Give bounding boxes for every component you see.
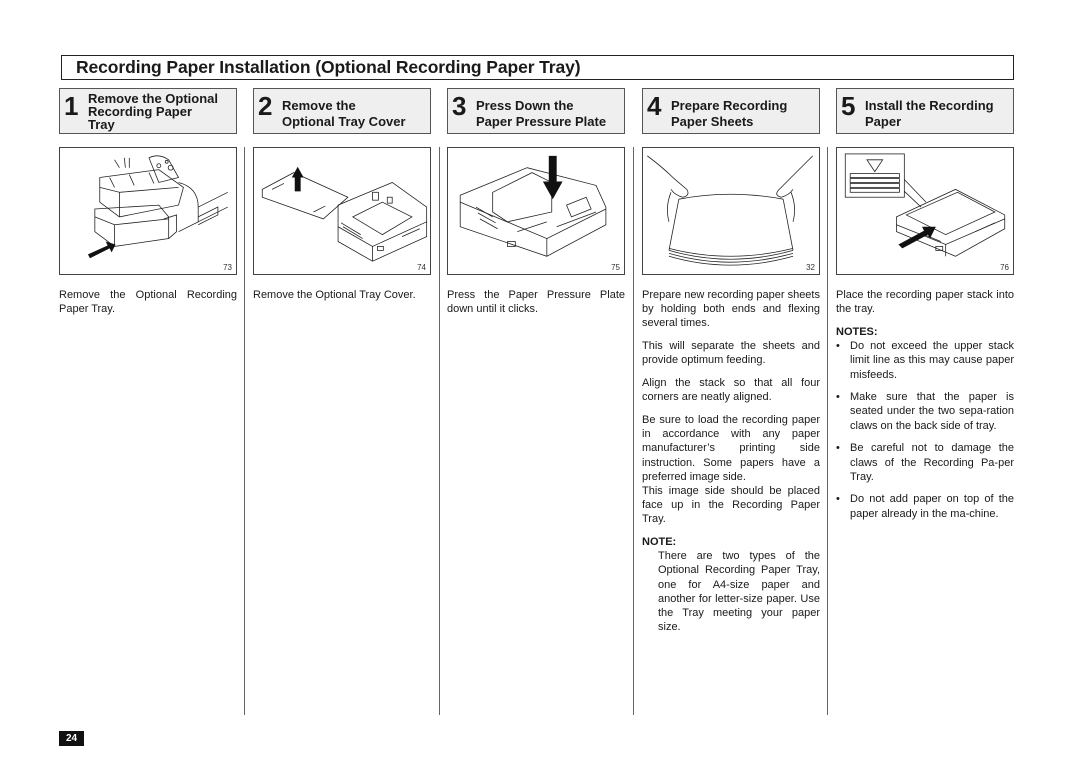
step-5-text: Place the recording paper stack into the… (836, 288, 1014, 529)
note-text: There are two types of the Optional Reco… (658, 550, 820, 634)
instruction-paragraph: Align the stack so that all four corners… (642, 377, 820, 404)
figure-number: 76 (1000, 263, 1009, 272)
step-2-text: Remove the Optional Tray Cover. (253, 288, 431, 311)
step-5-header: 5 Install the Recording Paper (836, 88, 1014, 134)
install-paper-illustration-icon (844, 153, 1006, 257)
column-divider (827, 147, 828, 715)
step-title: Install the Recording Paper (865, 98, 994, 130)
figure-number: 32 (806, 263, 815, 272)
column-divider (633, 147, 634, 715)
step-title: Press Down the Paper Pressure Plate (476, 98, 606, 130)
notes-list: Do not exceed the upper stack limit line… (836, 339, 1014, 521)
step-title-line: Paper (865, 114, 902, 129)
instruction-paragraph: Remove the Optional Tray Cover. (253, 289, 416, 301)
note-item: Do not exceed the upper stack limit line… (836, 339, 1014, 382)
step-4-header: 4 Prepare Recording Paper Sheets (642, 88, 820, 134)
press-plate-illustration-icon (459, 155, 607, 257)
figure-flex-paper: 32 (642, 147, 820, 275)
note-item: Be careful not to damage the claws of th… (836, 441, 1014, 484)
step-1-header: 1 Remove the Optional Recording Paper Tr… (59, 88, 237, 134)
step-title-line: Remove the (282, 98, 356, 113)
step-title-line: Paper Pressure Plate (476, 114, 607, 129)
figure-number: 75 (611, 263, 620, 272)
step-title-line: Tray (88, 117, 115, 132)
remove-cover-illustration-icon (261, 166, 428, 262)
step-title: Remove the Optional Tray Cover (282, 98, 406, 130)
step-title-line: Press Down the (476, 98, 574, 113)
step-number: 5 (841, 91, 856, 121)
page-title: Recording Paper Installation (Optional R… (76, 57, 581, 77)
note-item: Do not add paper on top of the paper alr… (836, 492, 1014, 520)
step-title: Remove the Optional Recording Paper Tray (88, 92, 218, 131)
step-3-header: 3 Press Down the Paper Pressure Plate (447, 88, 625, 134)
step-title: Prepare Recording Paper Sheets (671, 98, 787, 130)
remove-tray-illustration-icon (87, 155, 228, 259)
step-number: 1 (64, 91, 79, 121)
instruction-paragraph: This will separate the sheets and provid… (642, 340, 820, 367)
figure-number: 73 (223, 263, 232, 272)
figure-remove-tray: 73 (59, 147, 237, 275)
step-title-line: Install the Recording (865, 98, 994, 113)
step-number: 2 (258, 91, 273, 121)
column-divider (244, 147, 245, 715)
figure-press-plate: 75 (447, 147, 625, 275)
figure-number: 74 (417, 263, 426, 272)
instruction-paragraph: Press the Paper Pressure Plate down unti… (447, 289, 625, 316)
section-title-box: Recording Paper Installation (Optional R… (61, 55, 1014, 80)
step-2-header: 2 Remove the Optional Tray Cover (253, 88, 431, 134)
figure-install-paper: 76 (836, 147, 1014, 275)
step-3-text: Press the Paper Pressure Plate down unti… (447, 288, 625, 325)
step-1-text: Remove the Optional Recording Paper Tray… (59, 288, 237, 325)
instruction-paragraph: Be sure to load the recording paper in a… (642, 413, 820, 483)
step-number: 4 (647, 91, 662, 121)
step-number: 3 (452, 91, 467, 121)
column-divider (439, 147, 440, 715)
step-4-text: Prepare new recording paper sheets by ho… (642, 288, 820, 634)
flex-paper-illustration-icon (647, 155, 813, 266)
instruction-paragraph: Place the recording paper stack into the… (836, 289, 1014, 316)
step-title-line: Prepare Recording (671, 98, 788, 113)
instruction-paragraph: Prepare new recording paper sheets by ho… (642, 289, 820, 330)
note-heading: NOTE: (642, 536, 677, 549)
page-number: 24 (59, 731, 84, 746)
instruction-paragraph: This image side should be placed face up… (642, 484, 820, 526)
notes-heading: NOTES: (836, 325, 878, 338)
note-item: Make sure that the paper is seated under… (836, 390, 1014, 433)
step-title-line: Optional Tray Cover (282, 114, 406, 129)
figure-remove-cover: 74 (253, 147, 431, 275)
instruction-paragraph: Remove the Optional Recording Paper Tray… (59, 289, 237, 316)
step-title-line: Paper Sheets (671, 114, 754, 129)
